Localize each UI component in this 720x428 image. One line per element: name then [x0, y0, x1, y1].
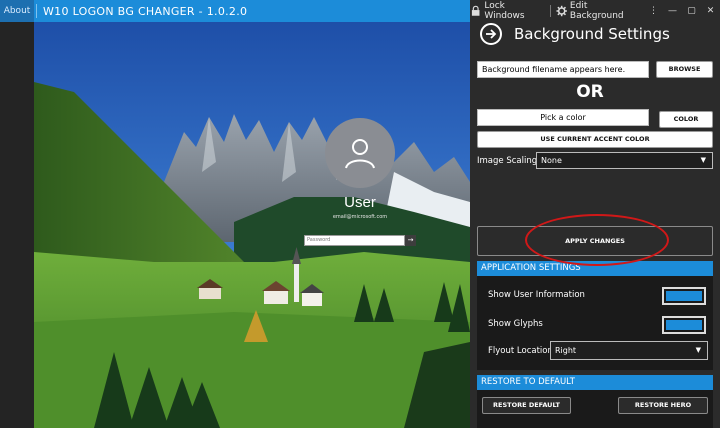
preview-username: User [344, 194, 376, 211]
use-accent-color-button[interactable]: USE CURRENT ACCENT COLOR [477, 131, 713, 148]
user-avatar [325, 118, 395, 188]
flyout-location-select[interactable]: Right ▼ [550, 341, 708, 360]
show-glyphs-label: Show Glyphs [488, 319, 543, 329]
gear-icon [556, 5, 567, 17]
annotation-ellipse [525, 214, 669, 266]
submit-arrow-icon: → [405, 235, 416, 246]
app-window: About W10 LOGON BG CHANGER - 1.0.2.0 Use… [0, 0, 720, 428]
image-scaling-label: Image Scaling [477, 156, 538, 166]
background-filename-field[interactable]: Background filename appears here. [477, 61, 649, 78]
about-button[interactable]: About [0, 0, 34, 22]
landscape-image [34, 22, 470, 428]
edit-background-label: Edit Background [569, 1, 624, 21]
restore-hero-button[interactable]: RESTORE HERO [618, 397, 708, 414]
show-glyphs-toggle[interactable] [662, 316, 706, 334]
image-scaling-select[interactable]: None ▼ [536, 152, 713, 169]
close-button[interactable]: ✕ [701, 6, 720, 16]
preview-password-box: Password [304, 235, 405, 246]
image-scaling-value: None [541, 156, 562, 165]
show-user-info-toggle[interactable] [662, 287, 706, 305]
logon-preview: User email@microsoft.com Password → [34, 22, 470, 428]
lock-icon [471, 5, 480, 16]
preview-password-field: Password → [304, 235, 416, 246]
user-icon [345, 139, 375, 169]
panel-title: Background Settings [514, 25, 670, 43]
flyout-location-value: Right [555, 346, 577, 355]
preview-email: email@microsoft.com [332, 214, 388, 220]
browse-button[interactable]: BROWSE [656, 61, 713, 78]
lock-windows-button[interactable]: Lock Windows [470, 1, 545, 21]
top-toolbar: Lock Windows Edit Background ⋮ — ▢ ✕ [470, 0, 720, 22]
title-bar: About W10 LOGON BG CHANGER - 1.0.2.0 [0, 0, 470, 22]
more-options-icon[interactable]: ⋮ [644, 6, 663, 16]
toolbar-divider [549, 5, 551, 17]
color-picker-field[interactable]: Pick a color [477, 109, 649, 126]
lock-windows-label: Lock Windows [484, 1, 525, 21]
flyout-location-label: Flyout Location [488, 346, 553, 356]
color-button[interactable]: COLOR [659, 111, 713, 128]
maximize-button[interactable]: ▢ [682, 6, 701, 16]
title-separator [36, 4, 37, 18]
edit-background-button[interactable]: Edit Background [556, 1, 641, 21]
arrow-right-circle-icon[interactable] [480, 23, 502, 45]
restore-default-header: RESTORE TO DEFAULT [477, 375, 713, 390]
restore-default-button[interactable]: RESTORE DEFAULT [482, 397, 571, 414]
left-strip [0, 22, 34, 428]
chevron-down-icon: ▼ [700, 156, 706, 164]
chevron-down-icon: ▼ [695, 346, 701, 354]
or-label: OR [576, 82, 604, 102]
panel-header: Background Settings [480, 22, 670, 46]
app-title: W10 LOGON BG CHANGER - 1.0.2.0 [43, 4, 248, 18]
minimize-button[interactable]: — [663, 6, 682, 16]
show-user-info-label: Show User Information [488, 290, 585, 300]
